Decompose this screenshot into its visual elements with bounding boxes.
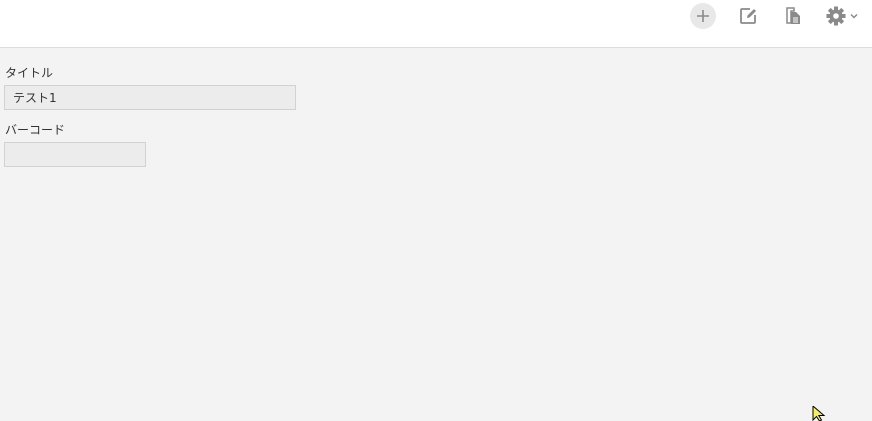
copy-button[interactable] [780,3,806,29]
plus-icon [697,10,709,22]
edit-button[interactable] [735,3,761,29]
barcode-input[interactable] [4,142,146,167]
barcode-label: バーコード [5,123,66,137]
mouse-cursor-icon [812,406,826,421]
toolbar [0,0,872,48]
chevron-down-icon [850,13,858,19]
copy-document-icon [786,7,800,24]
add-button[interactable] [690,3,716,29]
edit-icon [740,8,756,24]
settings-button[interactable] [825,3,863,29]
gear-icon [826,6,846,26]
title-label: タイトル [5,66,54,80]
form-area: タイトル バーコード [0,48,872,421]
title-input[interactable] [4,85,296,110]
page: タイトル バーコード [0,0,872,421]
